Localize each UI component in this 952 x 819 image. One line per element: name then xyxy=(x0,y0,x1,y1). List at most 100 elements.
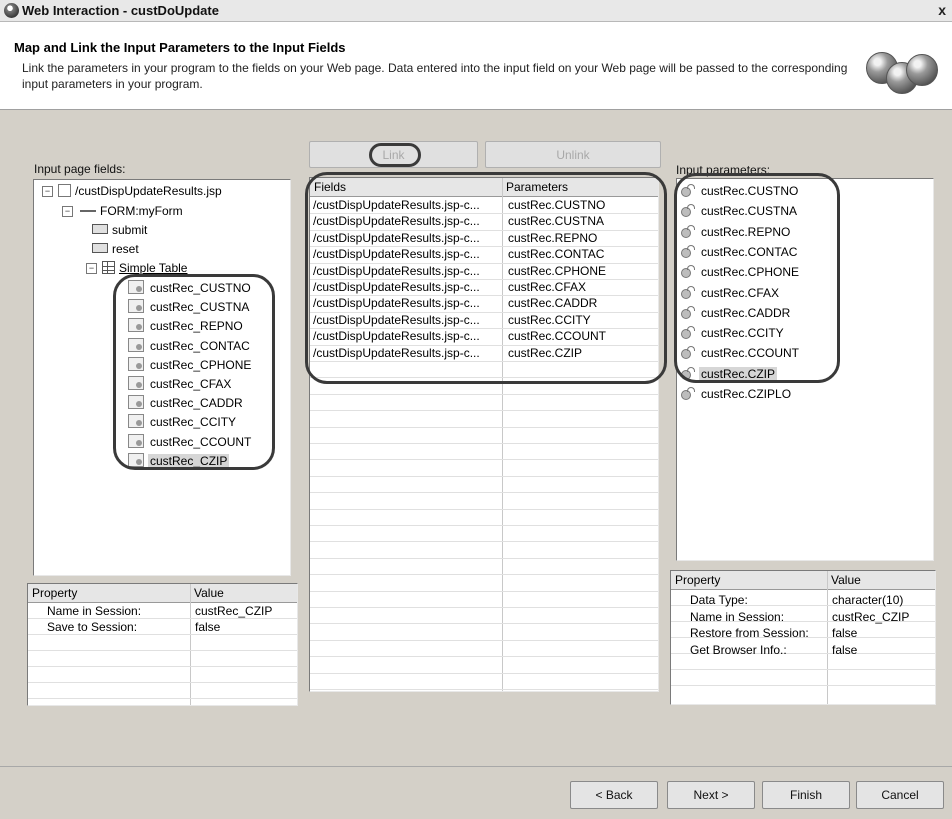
mapped-parameter: custRec.CZIP xyxy=(508,345,583,360)
link-button[interactable]: Link xyxy=(309,141,478,168)
close-icon[interactable]: x xyxy=(938,2,946,18)
tree-item-input-field[interactable]: custRec_CPHONE xyxy=(128,356,253,374)
unlink-button[interactable]: Unlink xyxy=(485,141,661,168)
input-field-icon xyxy=(128,433,144,448)
parameter-item[interactable]: custRec.CONTAC xyxy=(681,242,799,262)
parameter-item[interactable]: custRec.CCITY xyxy=(681,323,786,343)
column-header-parameters: Parameters xyxy=(506,180,569,194)
mapping-row[interactable]: /custDispUpdateResults.jsp-c... custRec.R… xyxy=(310,230,658,246)
tree-item-label: custRec_CUSTNA xyxy=(150,300,250,315)
tree-item-input-field[interactable]: custRec_CUSTNO xyxy=(128,279,253,297)
parameter-item[interactable]: custRec.CCOUNT xyxy=(681,343,801,363)
field-properties-table[interactable]: Property Value Name in Session: custRec_C… xyxy=(27,583,298,706)
column-header-property: Property xyxy=(675,573,721,587)
mapping-row[interactable]: /custDispUpdateResults.jsp-c... custRec.C… xyxy=(310,328,658,344)
tree-item-root-jsp[interactable]: /custDispUpdateResults.jsp xyxy=(58,182,222,200)
finish-button[interactable]: Finish xyxy=(762,781,850,809)
mapped-field: /custDispUpdateResults.jsp-c... xyxy=(313,329,480,344)
property-row: Save to Session: false xyxy=(28,619,297,635)
collapse-icon[interactable]: − xyxy=(42,186,53,197)
mapped-field: /custDispUpdateResults.jsp-c... xyxy=(313,230,480,245)
mapping-row[interactable]: /custDispUpdateResults.jsp-c... custRec.C… xyxy=(310,312,658,328)
input-parameters-list[interactable]: custRec.CUSTNO custRec.CUSTNA custRec.REPN… xyxy=(676,178,934,561)
mapped-parameter: custRec.CADDR xyxy=(508,296,598,311)
cancel-button[interactable]: Cancel xyxy=(856,781,944,809)
mapping-row[interactable]: /custDispUpdateResults.jsp-c... custRec.C… xyxy=(310,213,658,229)
app-icon xyxy=(4,3,19,18)
parameter-label: custRec.CUSTNA xyxy=(701,204,798,219)
mapped-parameter: custRec.CCOUNT xyxy=(508,329,607,344)
next-button[interactable]: Next > xyxy=(667,781,755,809)
mapped-parameter: custRec.CPHONE xyxy=(508,263,607,278)
mapping-table[interactable]: Fields Parameters /custDispUpdateResults… xyxy=(309,177,659,692)
input-field-icon xyxy=(128,280,144,294)
parameter-label: custRec.CPHONE xyxy=(701,265,800,280)
tree-item-label: custRec_CFAX xyxy=(150,377,232,391)
window-title: Web Interaction - custDoUpdate xyxy=(22,3,219,18)
mapped-field: /custDispUpdateResults.jsp-c... xyxy=(313,198,480,212)
back-button[interactable]: < Back xyxy=(570,781,658,809)
mapped-parameter: custRec.CUSTNO xyxy=(508,198,606,212)
property-value: false xyxy=(832,642,858,657)
parameter-item[interactable]: custRec.CADDR xyxy=(681,303,792,323)
parameter-icon xyxy=(681,204,696,218)
parameter-icon xyxy=(681,387,696,400)
mapped-parameter: custRec.CUSTNA xyxy=(508,214,605,229)
tree-item-simple-table[interactable]: Simple Table xyxy=(102,259,187,277)
mapping-row[interactable]: /custDispUpdateResults.jsp-c... custRec.C… xyxy=(310,345,658,361)
tree-item-input-field[interactable]: custRec_CUSTNA xyxy=(128,298,251,316)
mapping-row[interactable]: /custDispUpdateResults.jsp-c... custRec.C… xyxy=(310,263,658,279)
tree-item-label: custRec_CONTAC xyxy=(150,338,250,353)
column-header-fields: Fields xyxy=(314,180,347,194)
property-row: Data Type: character(10) xyxy=(671,592,935,608)
tree-item-input-field[interactable]: custRec_CONTAC xyxy=(128,337,252,355)
page-description: Link the parameters in your program to t… xyxy=(22,61,848,91)
column-header-value: Value xyxy=(194,586,224,600)
parameter-icon xyxy=(681,305,696,319)
tree-item-form[interactable]: FORM:myForm xyxy=(80,202,183,220)
tree-item-reset[interactable]: reset xyxy=(92,240,139,258)
parameter-label: custRec.CCOUNT xyxy=(701,346,800,361)
property-name: Save to Session: xyxy=(47,620,138,634)
collapse-icon[interactable]: − xyxy=(86,263,97,274)
parameter-label: custRec.CZIP xyxy=(699,366,778,381)
parameter-item[interactable]: custRec.CUSTNA xyxy=(681,201,799,221)
parameter-item[interactable]: custRec.REPNO xyxy=(681,222,792,242)
tree-item-label: custRec_CCITY xyxy=(150,415,237,430)
property-name: Data Type: xyxy=(690,593,748,607)
parameter-properties-table[interactable]: Property Value Data Type: character(10) Na… xyxy=(670,570,936,705)
tree-item-input-field[interactable]: custRec_REPNO xyxy=(128,317,245,335)
tree-item-input-field[interactable]: custRec_CADDR xyxy=(128,394,245,412)
mapping-row[interactable]: /custDispUpdateResults.jsp-c... custRec.C… xyxy=(310,279,658,295)
tree-item-label: custRec_CADDR xyxy=(150,396,243,411)
parameter-label: custRec.CZIPLO xyxy=(701,387,792,401)
parameter-item[interactable]: custRec.CZIP xyxy=(681,364,778,384)
parameter-item[interactable]: custRec.CPHONE xyxy=(681,262,801,282)
input-page-fields-tree[interactable]: − /custDispUpdateResults.jsp − FORM:myFo… xyxy=(33,179,291,576)
parameter-item[interactable]: custRec.CFAX xyxy=(681,283,781,303)
tree-item-submit[interactable]: submit xyxy=(92,221,147,239)
mapped-parameter: custRec.CCITY xyxy=(508,312,591,327)
tree-item-label: custRec_CCOUNT xyxy=(150,434,252,449)
parameter-item[interactable]: custRec.CUSTNO xyxy=(681,181,800,201)
column-header-property: Property xyxy=(32,586,78,600)
tree-item-input-field[interactable]: custRec_CZIP xyxy=(128,452,230,470)
mapping-row[interactable]: /custDispUpdateResults.jsp-c... custRec.C… xyxy=(310,197,658,213)
property-value: false xyxy=(832,626,858,640)
tree-item-input-field[interactable]: custRec_CCITY xyxy=(128,413,238,431)
mapping-row[interactable]: /custDispUpdateResults.jsp-c... custRec.C… xyxy=(310,295,658,311)
mapped-field: /custDispUpdateResults.jsp-c... xyxy=(313,247,480,262)
wizard-banner: Map and Link the Input Parameters to the… xyxy=(0,22,952,110)
mapping-row[interactable]: /custDispUpdateResults.jsp-c... custRec.C… xyxy=(310,246,658,262)
input-field-icon xyxy=(128,318,144,333)
tree-item-label: custRec_CZIP xyxy=(148,453,230,468)
collapse-icon[interactable]: − xyxy=(62,206,73,217)
parameter-icon xyxy=(681,265,696,279)
jsp-file-icon xyxy=(58,184,71,197)
tree-item-input-field[interactable]: custRec_CCOUNT xyxy=(128,433,253,451)
parameter-label: custRec.CFAX xyxy=(701,285,780,300)
tree-item-input-field[interactable]: custRec_CFAX xyxy=(128,375,233,393)
mapped-field: /custDispUpdateResults.jsp-c... xyxy=(313,345,480,360)
tree-item-label: custRec_CPHONE xyxy=(150,357,252,372)
parameter-item[interactable]: custRec.CZIPLO xyxy=(681,384,793,404)
